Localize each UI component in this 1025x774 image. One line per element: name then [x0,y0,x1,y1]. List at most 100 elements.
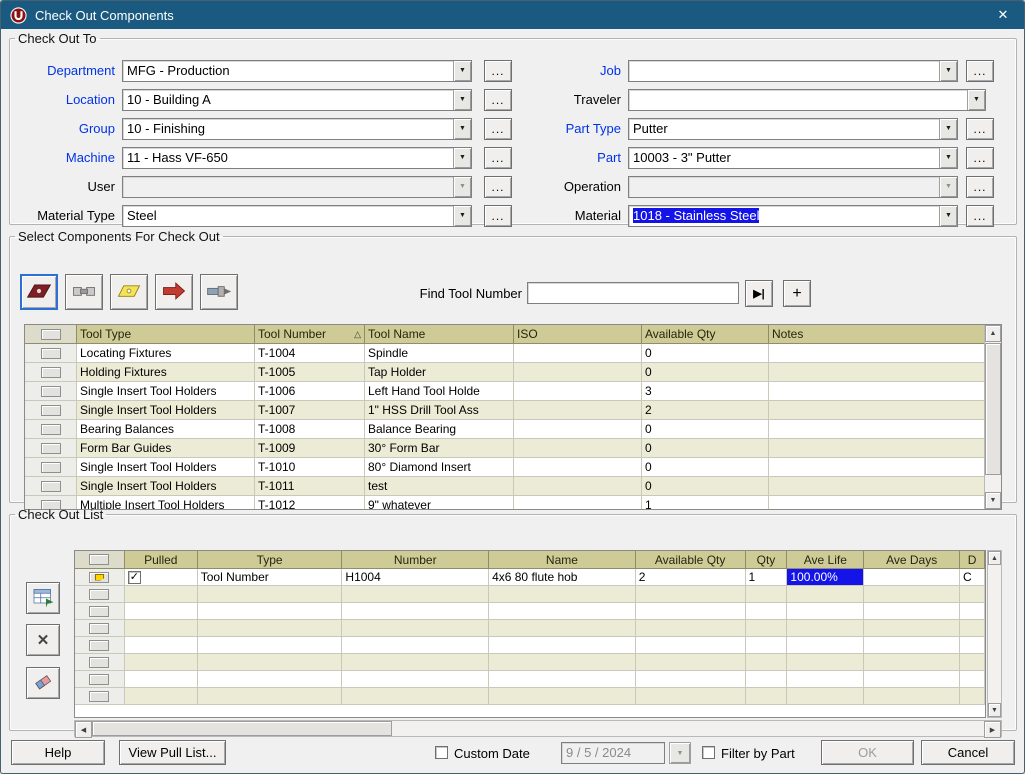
cell-iso[interactable] [514,439,642,458]
checkout-list-horizontal-scrollbar[interactable]: ◀ ▶ [74,720,1002,737]
user-combo[interactable]: ▼ [122,176,472,198]
row-selector-box[interactable] [41,462,61,473]
column-header-available-qty[interactable]: Available Qty [636,551,746,569]
cell-tool-number[interactable]: T-1007 [255,401,365,420]
row-selector-box[interactable] [41,367,61,378]
cell-empty[interactable] [125,654,198,671]
cell-empty[interactable] [125,688,198,705]
scroll-down-button[interactable]: ▼ [988,703,1001,717]
material-type-combo[interactable]: Steel▼ [122,205,472,227]
cell-empty[interactable] [960,603,985,620]
checkout-grid-empty-row[interactable] [75,620,985,637]
dropdown-arrow-icon[interactable]: ▼ [939,206,957,226]
cell-empty[interactable] [746,671,788,688]
cell-empty[interactable] [125,586,198,603]
cell-tool-number[interactable]: T-1011 [255,477,365,496]
filter-red-insert-button[interactable] [155,274,193,310]
cell-empty[interactable] [746,620,788,637]
cell-empty[interactable] [125,620,198,637]
cell-empty[interactable] [787,654,864,671]
cell-ave-life[interactable]: 100.00% [787,569,864,586]
cell-empty[interactable] [125,671,198,688]
row-selector[interactable] [25,420,77,439]
ok-button[interactable]: OK [821,740,914,765]
cell-empty[interactable] [489,671,636,688]
cell-empty[interactable] [960,637,985,654]
part-combo[interactable]: 10003 - 3" Putter▼ [628,147,958,169]
cell-tool-name[interactable]: Left Hand Tool Holde [365,382,514,401]
cell-empty[interactable] [960,620,985,637]
help-button[interactable]: Help [11,740,105,765]
row-selector[interactable] [75,586,125,603]
row-selector[interactable] [25,363,77,382]
cell-empty[interactable] [787,603,864,620]
cell-empty[interactable] [198,586,343,603]
cell-available-qty[interactable]: 3 [642,382,769,401]
column-header-number[interactable]: Number [342,551,489,569]
current-row-selector[interactable] [75,569,125,586]
cell-empty[interactable] [342,586,489,603]
custom-date-checkbox[interactable] [435,746,448,759]
row-selector[interactable] [75,654,125,671]
find-next-button[interactable]: ▶| [745,280,773,307]
group-combo[interactable]: 10 - Finishing▼ [122,118,472,140]
cell-available-qty[interactable]: 0 [642,477,769,496]
cell-iso[interactable] [514,420,642,439]
close-button[interactable]: ✕ [988,4,1018,26]
checkout-grid-row[interactable]: ✓Tool NumberH10044x6 80 flute hob21100.0… [75,569,985,586]
cell-empty[interactable] [960,654,985,671]
find-tool-number-input[interactable] [527,282,739,304]
row-selector-box[interactable] [89,674,109,685]
machine-combo[interactable]: 11 - Hass VF-650▼ [122,147,472,169]
cell-available-qty[interactable]: 2 [636,569,746,586]
row-selector[interactable] [75,620,125,637]
cell-empty[interactable] [746,654,788,671]
column-header-ave-life[interactable]: Ave Life [787,551,864,569]
row-selector[interactable] [75,671,125,688]
job-browse-button[interactable]: ... [966,60,994,82]
column-header-type[interactable]: Type [198,551,343,569]
view-pull-list-button[interactable]: View Pull List... [119,740,226,765]
checkout-grid-empty-row[interactable] [75,603,985,620]
pull-to-list-button[interactable] [26,582,60,614]
row-selector[interactable] [25,458,77,477]
row-selector-box[interactable] [89,640,109,651]
cell-notes[interactable] [769,477,986,496]
dropdown-arrow-icon[interactable]: ▼ [939,148,957,168]
filter-by-part-checkbox[interactable] [702,746,715,759]
column-header-qty[interactable]: Qty [746,551,788,569]
row-selector-box[interactable] [41,481,61,492]
cell-empty[interactable] [960,688,985,705]
custom-date-dropdown-button[interactable]: ▼ [669,742,691,764]
components-grid-row[interactable]: Form Bar GuidesT-100930° Form Bar0 [25,439,1001,458]
part-type-browse-button[interactable]: ... [966,118,994,140]
cell-empty[interactable] [198,637,343,654]
cell-notes[interactable] [769,344,986,363]
row-selector-box[interactable] [89,554,109,565]
cell-empty[interactable] [864,586,960,603]
cell-tool-type[interactable]: Form Bar Guides [77,439,255,458]
column-header-ave-days[interactable]: Ave Days [864,551,960,569]
cell-number[interactable]: H1004 [342,569,489,586]
cell-empty[interactable] [787,671,864,688]
row-selector-box[interactable] [41,329,61,340]
row-selector-box[interactable] [89,606,109,617]
cell-empty[interactable] [125,603,198,620]
components-grid-vertical-scrollbar[interactable]: ▲ ▼ [984,325,1001,509]
department-combo[interactable]: MFG - Production▼ [122,60,472,82]
row-selector[interactable] [25,344,77,363]
cell-empty[interactable] [342,654,489,671]
cell-tool-type[interactable]: Holding Fixtures [77,363,255,382]
column-header-available-qty[interactable]: Available Qty [642,325,769,344]
cell-empty[interactable] [198,620,343,637]
column-header-tool-number[interactable]: Tool Number△ [255,325,365,344]
pulled-checkbox[interactable]: ✓ [128,571,141,584]
cell-type[interactable]: Tool Number [198,569,343,586]
cell-empty[interactable] [787,620,864,637]
row-selector[interactable] [75,688,125,705]
cell-empty[interactable] [746,688,788,705]
cell-tool-name[interactable]: Tap Holder [365,363,514,382]
row-selector-box[interactable] [89,572,109,583]
column-header-tool-type[interactable]: Tool Type [77,325,255,344]
dropdown-arrow-icon[interactable]: ▼ [967,90,985,110]
